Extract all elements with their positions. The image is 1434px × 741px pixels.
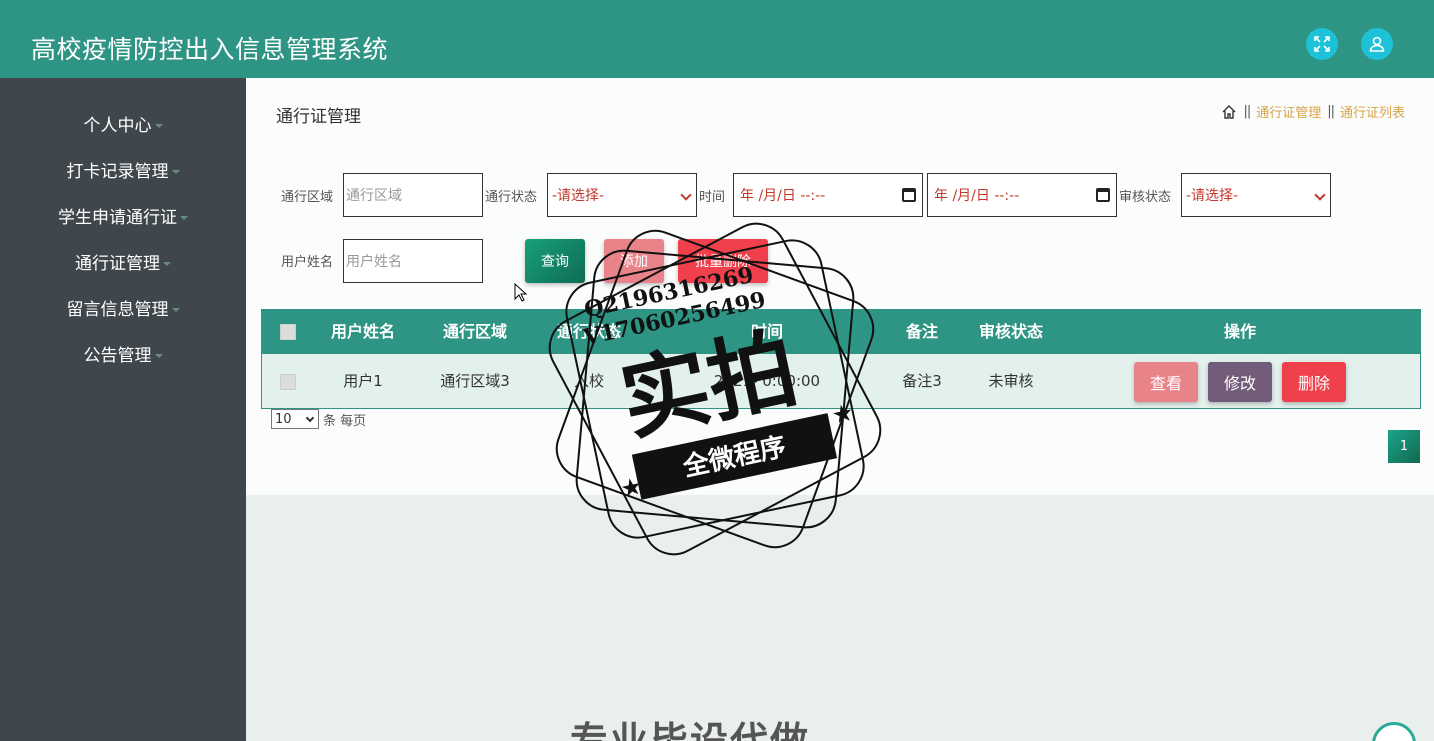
breadcrumb-level2[interactable]: 通行证列表 (1340, 102, 1405, 121)
breadcrumb-level1[interactable]: 通行证管理 (1256, 102, 1321, 121)
name-input[interactable]: 用户姓名 (343, 239, 483, 283)
calendar-icon[interactable] (1096, 188, 1110, 202)
area-label: 通行区域 (281, 190, 334, 205)
breadcrumb: || 通行证管理 || 通行证列表 (1221, 102, 1405, 121)
time-start-input[interactable]: 年 /月/日 --:-- (733, 173, 923, 217)
page-title: 通行证管理 (276, 107, 361, 127)
mouse-cursor-icon (514, 283, 528, 302)
star-icon: ★ (829, 398, 856, 430)
caret-down-icon (171, 170, 180, 174)
sidebar-item-personal-center[interactable]: 个人中心 (0, 111, 246, 136)
user-button[interactable] (1361, 28, 1393, 60)
watermark-stamp: Q2196316269 V17060256499 实拍 全微程序 ★ ★ (548, 222, 882, 556)
expand-icon (1314, 36, 1330, 52)
scroll-top-button[interactable] (1372, 722, 1416, 741)
sidebar-item-messages[interactable]: 留言信息管理 (0, 295, 246, 320)
col-actions: 操作 (1223, 322, 1256, 341)
audit-select[interactable]: -请选择- (1181, 173, 1331, 217)
page-size-select[interactable]: 10 (271, 409, 319, 429)
fullscreen-button[interactable] (1306, 28, 1338, 60)
caret-down-icon (163, 262, 171, 266)
caret-down-icon (154, 124, 163, 128)
per-page-label: 条 每页 (323, 414, 367, 429)
calendar-icon[interactable] (902, 188, 916, 202)
time-end-input[interactable]: 年 /月/日 --:-- (927, 173, 1117, 217)
cell-remark: 备注3 (902, 372, 942, 390)
edit-button[interactable]: 修改 (1208, 362, 1272, 402)
delete-button[interactable]: 删除 (1282, 362, 1346, 402)
footer-banner-text: 专业毕设代做 (570, 719, 811, 741)
chevron-down-icon (680, 189, 692, 201)
audit-label: 审核状态 (1119, 190, 1172, 205)
area-input[interactable]: 通行区域 (343, 173, 483, 217)
cell-audit: 未审核 (988, 372, 1034, 390)
sidebar-item-pass-management[interactable]: 通行证管理 (0, 249, 246, 274)
cell-area: 通行区域3 (440, 372, 510, 390)
select-all-checkbox[interactable] (280, 324, 296, 340)
sidebar-item-checkin-records[interactable]: 打卡记录管理 (0, 157, 246, 182)
app-title: 高校疫情防控出入信息管理系统 (31, 35, 389, 64)
sidebar-item-student-pass-apply[interactable]: 学生申请通行证 (0, 203, 246, 228)
time-label: 时间 (699, 190, 726, 205)
home-icon[interactable] (1221, 104, 1237, 120)
col-user-name: 用户姓名 (330, 322, 395, 341)
caret-down-icon (180, 216, 188, 220)
col-audit: 审核状态 (978, 322, 1043, 341)
col-remark: 备注 (905, 322, 938, 341)
top-header: 高校疫情防控出入信息管理系统 (0, 0, 1434, 78)
sidebar: 个人中心 打卡记录管理 学生申请通行证 通行证管理 留言信息管理 公告管理 (0, 78, 246, 741)
page-button-current[interactable]: 1 (1388, 430, 1420, 463)
cell-user-name: 用户1 (343, 372, 383, 390)
chevron-down-icon (305, 413, 315, 423)
caret-down-icon (171, 308, 180, 312)
view-button[interactable]: 查看 (1134, 362, 1198, 402)
col-area: 通行区域 (442, 322, 507, 341)
sidebar-item-announcements[interactable]: 公告管理 (0, 341, 246, 366)
caret-down-icon (154, 354, 163, 358)
status-label: 通行状态 (485, 190, 538, 205)
status-select[interactable]: -请选择- (547, 173, 697, 217)
chevron-down-icon (1314, 189, 1326, 201)
row-checkbox[interactable] (280, 374, 296, 390)
name-label: 用户姓名 (281, 255, 334, 270)
user-icon (1369, 36, 1385, 52)
